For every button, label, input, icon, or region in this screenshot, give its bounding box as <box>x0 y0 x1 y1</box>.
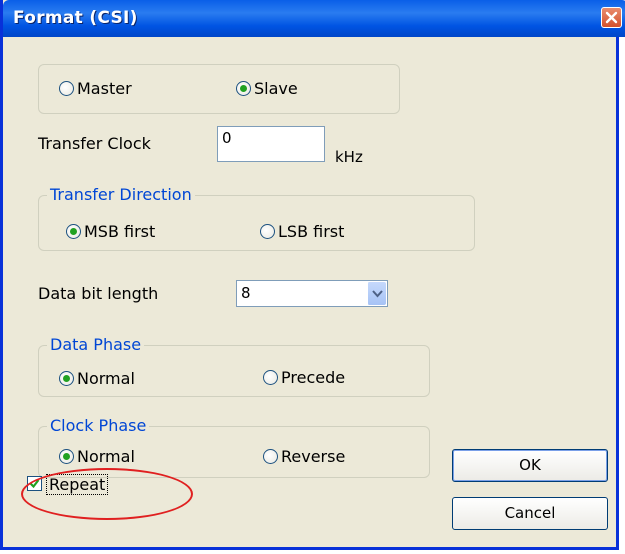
radio-data-phase-normal-indicator <box>59 371 74 386</box>
radio-data-phase-precede-indicator <box>263 370 278 385</box>
data-bit-length-value: 8 <box>241 284 251 302</box>
radio-msb-first[interactable]: MSB first <box>66 222 155 241</box>
window-title: Format (CSI) <box>13 8 138 28</box>
transfer-direction-group: Transfer Direction MSB first LSB first <box>38 185 475 251</box>
radio-msb-first-indicator <box>66 224 81 239</box>
transfer-clock-unit: kHz <box>335 148 363 166</box>
mode-group: Master Slave <box>38 64 400 114</box>
radio-clock-phase-reverse-label: Reverse <box>281 447 346 466</box>
radio-clock-phase-normal[interactable]: Normal <box>59 447 135 466</box>
radio-lsb-first-indicator <box>260 224 275 239</box>
close-button[interactable] <box>601 7 622 28</box>
transfer-clock-label: Transfer Clock <box>38 134 151 153</box>
dropdown-button[interactable] <box>367 282 386 305</box>
radio-master[interactable]: Master <box>59 79 132 98</box>
radio-lsb-first[interactable]: LSB first <box>260 222 344 241</box>
format-dialog: Format (CSI) Master Slave Transfer Clock… <box>0 0 625 550</box>
ok-button[interactable]: OK <box>452 449 608 482</box>
title-bar: Format (CSI) <box>3 0 625 37</box>
radio-slave-label: Slave <box>254 79 298 98</box>
data-bit-length-select[interactable]: 8 <box>236 280 388 307</box>
radio-data-phase-precede[interactable]: Precede <box>263 368 345 387</box>
radio-clock-phase-reverse[interactable]: Reverse <box>263 447 345 466</box>
chevron-down-icon <box>372 290 383 298</box>
clock-phase-legend: Clock Phase <box>47 416 150 435</box>
radio-data-phase-normal-label: Normal <box>77 369 135 388</box>
data-bit-length-label: Data bit length <box>38 284 159 303</box>
highlight-ellipse <box>21 468 193 520</box>
radio-clock-phase-reverse-indicator <box>263 449 278 464</box>
radio-lsb-first-label: LSB first <box>278 222 345 241</box>
transfer-clock-input[interactable]: 0 <box>217 126 325 162</box>
radio-clock-phase-normal-label: Normal <box>77 447 135 466</box>
close-icon <box>605 11 618 24</box>
radio-data-phase-precede-label: Precede <box>281 368 346 387</box>
radio-slave[interactable]: Slave <box>236 79 298 98</box>
radio-master-indicator <box>59 81 74 96</box>
transfer-direction-legend: Transfer Direction <box>47 185 195 204</box>
cancel-button[interactable]: Cancel <box>452 497 608 530</box>
data-phase-group: Data Phase Normal Precede <box>38 335 430 397</box>
radio-master-label: Master <box>77 79 132 98</box>
data-phase-legend: Data Phase <box>47 335 145 354</box>
radio-clock-phase-normal-indicator <box>59 449 74 464</box>
radio-slave-indicator <box>236 81 251 96</box>
radio-data-phase-normal[interactable]: Normal <box>59 369 135 388</box>
radio-msb-first-label: MSB first <box>84 222 156 241</box>
